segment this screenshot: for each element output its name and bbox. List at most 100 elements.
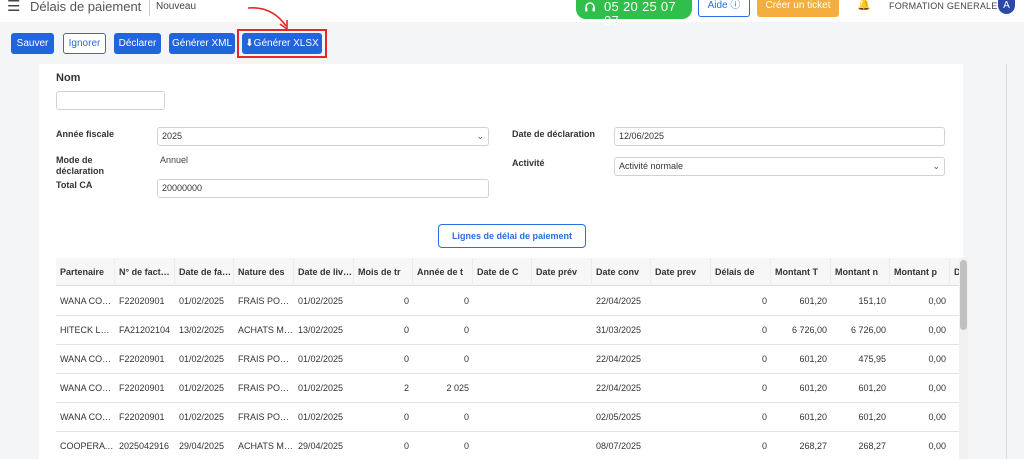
table-cell bbox=[532, 287, 592, 316]
name-field[interactable] bbox=[56, 91, 165, 110]
table-cell: 601,20 bbox=[799, 354, 827, 364]
table-cell: 01/02/2025 bbox=[298, 412, 344, 422]
table-cell: 0 bbox=[403, 296, 409, 306]
declaration-date-field[interactable]: 12/06/2025 bbox=[614, 127, 945, 146]
declare-button[interactable]: Déclarer bbox=[114, 33, 161, 54]
help-button[interactable]: Aide ⓘ bbox=[698, 0, 750, 17]
total-revenue-field[interactable]: 20000000 bbox=[157, 179, 489, 198]
generate-xml-button[interactable]: Générer XML bbox=[169, 33, 235, 54]
activity-select[interactable]: Activité normale ⌄ bbox=[614, 157, 945, 176]
menu-icon[interactable]: ☰ bbox=[7, 0, 20, 14]
table-cell: F22020901 bbox=[119, 296, 165, 306]
table-cell bbox=[532, 374, 592, 403]
table-cell bbox=[473, 287, 532, 316]
avatar[interactable]: A bbox=[998, 0, 1015, 14]
table-cell bbox=[651, 432, 711, 459]
chevron-down-icon: ⌄ bbox=[476, 131, 484, 141]
fiscal-year-select[interactable]: 2025 ⌄ bbox=[157, 127, 489, 146]
column-header[interactable]: Montant n bbox=[831, 258, 890, 286]
column-header[interactable]: Date conv bbox=[592, 258, 651, 286]
table-cell: 01/02/2025 bbox=[298, 383, 344, 393]
table-cell bbox=[473, 432, 532, 459]
company-name[interactable]: FORMATION GENERALE bbox=[889, 1, 997, 12]
table-scrollbar[interactable] bbox=[959, 258, 968, 459]
table-row[interactable]: COOPERATIVE 2025042916 29/04/2025 ACHATS MA… bbox=[56, 432, 961, 459]
payment-lines-tab-button[interactable]: Lignes de délai de paiement bbox=[438, 224, 586, 248]
support-phone-button[interactable]: 05 20 25 07 07 bbox=[576, 0, 692, 28]
table-cell: 01/02/2025 bbox=[298, 354, 344, 364]
fiscal-year-value: 2025 bbox=[162, 131, 183, 141]
table-cell: 475,95 bbox=[858, 354, 886, 364]
table-cell: 0 bbox=[761, 441, 767, 451]
table-cell: 151,10 bbox=[858, 296, 886, 306]
table-cell: FA21202104 bbox=[119, 325, 171, 335]
table-cell bbox=[651, 374, 711, 403]
table-cell: 13/02/2025 bbox=[298, 325, 344, 335]
table-row[interactable]: WANA CORPORATE F22020901 01/02/2025 FRAIS P… bbox=[56, 287, 961, 316]
table-cell: FRAIS POSTAUX bbox=[238, 296, 294, 306]
table-cell bbox=[651, 403, 711, 432]
name-label: Nom bbox=[56, 72, 81, 84]
payment-lines-table: PartenaireN° de factureDate de factureNa… bbox=[56, 258, 961, 459]
table-cell: 08/07/2025 bbox=[596, 441, 642, 451]
table-cell: 268,27 bbox=[799, 441, 827, 451]
table-cell: 29/04/2025 bbox=[179, 441, 225, 451]
table-cell bbox=[532, 432, 592, 459]
table-cell: 0 bbox=[403, 412, 409, 422]
create-ticket-button[interactable]: Créer un ticket bbox=[757, 0, 839, 17]
table-row[interactable]: WANA CORPORATE F22020901 01/02/2025 FRAIS P… bbox=[56, 403, 961, 432]
table-cell: 22/04/2025 bbox=[596, 354, 642, 364]
bell-icon[interactable]: 🔔 bbox=[857, 0, 871, 11]
column-header[interactable]: Date de facture bbox=[175, 258, 234, 286]
table-cell: HITECK LAND bbox=[60, 325, 115, 335]
column-header[interactable]: Partenaire bbox=[56, 258, 115, 286]
table-cell: COOPERATIVE bbox=[60, 441, 115, 451]
fiscal-year-label: Année fiscale bbox=[56, 129, 115, 139]
table-row[interactable]: WANA CORPORATE F22020901 01/02/2025 FRAIS P… bbox=[56, 345, 961, 374]
save-button[interactable]: Sauver bbox=[11, 33, 54, 54]
table-cell: 0 bbox=[761, 412, 767, 422]
table-cell: 0 bbox=[463, 354, 469, 364]
ignore-button[interactable]: Ignorer bbox=[63, 33, 106, 54]
table-cell: F22020901 bbox=[119, 412, 165, 422]
headset-icon bbox=[585, 2, 595, 12]
annotation-arrow-icon bbox=[247, 7, 288, 31]
table-cell: 0 bbox=[403, 354, 409, 364]
table-cell bbox=[473, 345, 532, 374]
table-cell: F22020901 bbox=[119, 354, 165, 364]
table-cell: 2 bbox=[403, 383, 409, 393]
table-cell bbox=[651, 345, 711, 374]
table-row[interactable]: HITECK LAND FA21202104 13/02/2025 ACHATS MA… bbox=[56, 316, 961, 345]
table-cell: 0 bbox=[403, 441, 409, 451]
column-header[interactable]: Date de livraison bbox=[294, 258, 354, 286]
column-header[interactable]: Date prév bbox=[532, 258, 592, 286]
column-header[interactable]: Mois de tr bbox=[354, 258, 413, 286]
table-row[interactable]: WANA CORPORATE F22020901 01/02/2025 FRAIS P… bbox=[56, 374, 961, 403]
table-cell: 268,27 bbox=[858, 441, 886, 451]
table-cell bbox=[532, 345, 592, 374]
column-header[interactable]: Délais de bbox=[711, 258, 771, 286]
table-cell: 0 bbox=[463, 441, 469, 451]
table-cell: 0 bbox=[463, 296, 469, 306]
scrollbar-thumb[interactable] bbox=[960, 260, 967, 330]
declaration-date-value: 12/06/2025 bbox=[619, 131, 665, 141]
table-cell: 0,00 bbox=[928, 296, 946, 306]
table-cell: 601,20 bbox=[858, 383, 886, 393]
table-cell: WANA CORPORATE bbox=[60, 383, 115, 393]
declaration-mode-label: Mode de déclaration bbox=[56, 155, 105, 176]
column-header[interactable]: Date prev bbox=[651, 258, 711, 286]
table-cell: 22/04/2025 bbox=[596, 383, 642, 393]
table-cell: 22/04/2025 bbox=[596, 296, 642, 306]
table-cell: WANA CORPORATE bbox=[60, 354, 115, 364]
column-header[interactable]: N° de facture bbox=[115, 258, 175, 286]
table-cell: 01/02/2025 bbox=[179, 383, 225, 393]
column-header[interactable]: Nature des bbox=[234, 258, 294, 286]
table-cell: 601,20 bbox=[799, 296, 827, 306]
column-header[interactable]: Montant T bbox=[771, 258, 831, 286]
column-header[interactable]: Montant p bbox=[890, 258, 950, 286]
column-header[interactable]: Année de t bbox=[413, 258, 473, 286]
table-cell: 02/05/2025 bbox=[596, 412, 642, 422]
table-cell: 01/02/2025 bbox=[179, 412, 225, 422]
column-header[interactable]: Date de C bbox=[473, 258, 532, 286]
table-cell: 601,20 bbox=[799, 412, 827, 422]
